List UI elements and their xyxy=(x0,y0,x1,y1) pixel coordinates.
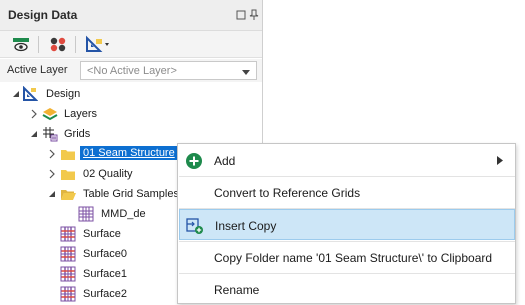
toolbar-separator xyxy=(75,36,76,53)
tree-item-design[interactable]: Design xyxy=(0,84,262,104)
toolbar-separator xyxy=(38,36,39,53)
active-layer-value: <No Active Layer> xyxy=(87,65,177,77)
active-layer-label: Active Layer xyxy=(7,64,68,76)
tree-label: Surface1 xyxy=(83,268,128,280)
layers-icon xyxy=(42,106,58,122)
grids-icon xyxy=(42,126,58,142)
tree-label: MMD_de xyxy=(101,208,146,220)
design-tools-dropdown-icon[interactable] xyxy=(84,35,112,54)
menu-item-add[interactable]: Add xyxy=(179,145,515,176)
expand-icon[interactable] xyxy=(47,149,57,159)
grid-surface-icon xyxy=(60,246,76,262)
collapse-icon[interactable] xyxy=(29,129,39,139)
tree-label: Design xyxy=(46,88,81,100)
window-menu-icon[interactable] xyxy=(235,9,247,21)
menu-label: Add xyxy=(214,154,236,168)
panel-toolbar xyxy=(0,31,262,58)
folder-open-icon xyxy=(60,186,76,202)
menu-label: Rename xyxy=(214,283,260,297)
menu-item-rename[interactable]: Rename xyxy=(179,274,515,305)
tree-item-grids[interactable]: Grids xyxy=(0,124,262,144)
tree-label: Grids xyxy=(64,128,91,140)
insert-copy-icon xyxy=(186,217,204,235)
panel-title: Design Data xyxy=(8,8,78,22)
menu-item-copy-folder-name[interactable]: Copy Folder name '01 Seam Structure\' to… xyxy=(179,242,515,273)
menu-label: Convert to Reference Grids xyxy=(214,186,361,200)
menu-item-insert-copy[interactable]: Insert Copy xyxy=(179,209,515,240)
folder-icon xyxy=(60,166,76,182)
visibility-icon[interactable] xyxy=(10,35,32,54)
active-layer-row: Active Layer <No Active Layer> xyxy=(0,59,262,82)
grid-surface-icon xyxy=(78,206,94,222)
tree-label: Surface0 xyxy=(83,248,128,260)
chevron-down-icon[interactable] xyxy=(242,67,250,79)
grid-surface-icon xyxy=(60,286,76,302)
add-icon xyxy=(185,152,203,170)
expand-icon[interactable] xyxy=(29,109,39,119)
tree-label: Surface2 xyxy=(83,288,128,300)
tree-label: Table Grid Samples xyxy=(83,188,179,200)
pin-icon[interactable] xyxy=(248,9,260,21)
folder-icon xyxy=(60,146,76,162)
tree-label: 02 Quality xyxy=(83,168,133,180)
collapse-icon[interactable] xyxy=(47,189,57,199)
expand-icon[interactable] xyxy=(47,169,57,179)
collapse-icon[interactable] xyxy=(11,89,21,99)
menu-label: Copy Folder name '01 Seam Structure\' to… xyxy=(214,251,493,265)
menu-item-convert-to-reference-grids[interactable]: Convert to Reference Grids xyxy=(179,177,515,208)
grid-surface-icon xyxy=(60,226,76,242)
color-palette-icon[interactable] xyxy=(48,35,68,54)
tree-label: Layers xyxy=(64,108,98,120)
tree-item-layers[interactable]: Layers xyxy=(0,104,262,124)
grid-surface-icon xyxy=(60,266,76,282)
context-menu: Add Convert to Reference Grids Insert Co… xyxy=(177,143,516,304)
design-icon xyxy=(22,85,39,102)
panel-header: Design Data xyxy=(0,0,262,31)
active-layer-select[interactable]: <No Active Layer> xyxy=(80,61,257,80)
tree-label-selected: 01 Seam Structure xyxy=(79,145,179,161)
tree-label: Surface xyxy=(83,228,121,240)
menu-label: Insert Copy xyxy=(215,219,277,233)
submenu-arrow-icon xyxy=(497,156,503,168)
